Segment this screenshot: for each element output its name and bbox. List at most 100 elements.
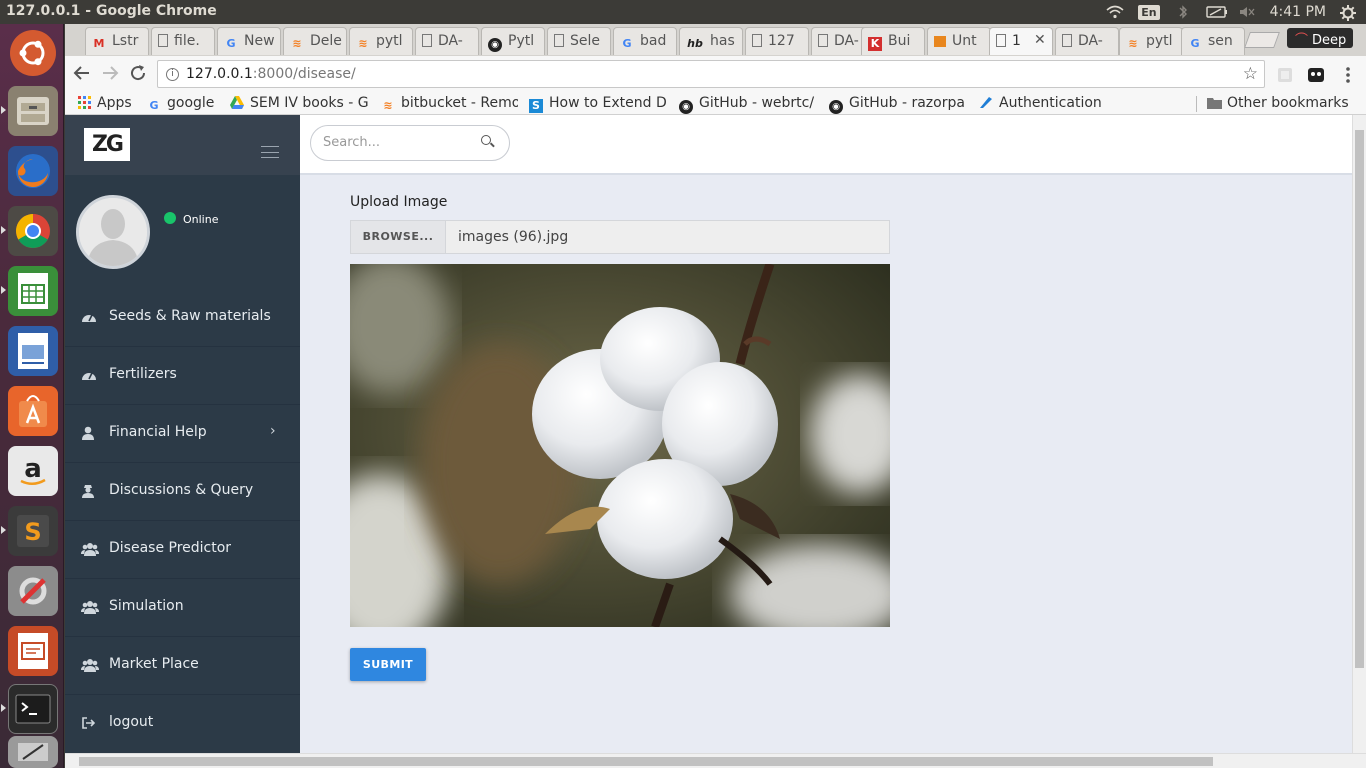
bookmark-authentication[interactable]: Authentication (979, 95, 1114, 114)
browser-tab[interactable]: ◉ Pytl (481, 27, 545, 55)
browser-tab[interactable]: hb has (679, 27, 743, 55)
browser-tab[interactable]: DA- (415, 27, 479, 55)
battery-icon[interactable] (1205, 5, 1227, 19)
spreadsheet-icon[interactable] (8, 266, 58, 316)
forward-icon[interactable] (99, 64, 121, 86)
window-title: 127.0.0.1 - Google Chrome (6, 3, 217, 19)
system-settings-icon[interactable] (8, 566, 58, 616)
sidebar-item-financial-help[interactable]: Financial Help › (65, 405, 300, 463)
scrollbar-thumb[interactable] (1355, 130, 1364, 668)
wifi-icon[interactable] (1106, 5, 1124, 19)
writer-icon[interactable] (8, 326, 58, 376)
browser-tab[interactable]: ≋ Dele (283, 27, 347, 55)
software-center-icon[interactable] (8, 386, 58, 436)
new-tab-button[interactable] (1244, 32, 1280, 48)
bookmark-sem-iv-books[interactable]: SEM IV books - G (230, 95, 368, 114)
sidebar-item-discussions[interactable]: Discussions & Query (65, 463, 300, 521)
clock[interactable]: 4:41 PM (1270, 4, 1326, 20)
running-indicator (1, 226, 6, 234)
bookmark-apps[interactable]: Apps (77, 95, 139, 114)
terminal-icon[interactable] (8, 684, 58, 734)
chrome-icon[interactable] (8, 206, 58, 256)
file-input-group[interactable]: BROWSE... images (96).jpg (350, 220, 890, 254)
avatar[interactable] (76, 195, 150, 269)
stackoverflow-icon: ≋ (292, 37, 302, 50)
horizontal-scrollbar[interactable] (65, 753, 1366, 768)
site-info-icon[interactable]: i (166, 68, 179, 81)
toolbar: i 127.0.0.1:8000/disease/ ☆ (65, 56, 1366, 94)
sidebar-item-fertilizers[interactable]: Fertilizers (65, 347, 300, 405)
keyboard-layout-indicator[interactable]: En (1138, 4, 1160, 20)
browser-tab[interactable]: ≋ pytl (349, 27, 413, 55)
submit-button[interactable]: SUBMIT (350, 648, 426, 681)
file-name-field[interactable]: images (96).jpg (458, 229, 568, 245)
sign-out-icon (81, 716, 97, 730)
search-input[interactable]: Search... (310, 125, 510, 161)
sublime-text-icon[interactable]: S (8, 506, 58, 556)
upload-image-label: Upload Image (350, 194, 448, 210)
amazon-icon[interactable]: a (8, 446, 58, 496)
browser-tab[interactable]: M Lstr (85, 27, 149, 55)
profile-icon: ⌒ (1295, 33, 1309, 48)
sidebar-item-disease-predictor[interactable]: Disease Predictor (65, 521, 300, 579)
ubuntu-dash-icon[interactable] (10, 30, 56, 76)
bookmark-bitbucket[interactable]: ≋ bitbucket - Remo (381, 95, 518, 114)
hb-icon: hb (687, 37, 703, 50)
browser-tab[interactable]: 127 (745, 27, 809, 55)
book-icon (934, 36, 946, 47)
search-icon[interactable] (481, 135, 491, 145)
stackoverflow-icon: ≋ (383, 99, 393, 112)
google-icon: G (226, 37, 236, 50)
chevron-right-icon[interactable]: › (270, 423, 276, 439)
bookmark-github-webrtc[interactable]: ◉ GitHub - webrtc/ (679, 95, 817, 114)
extension-icon[interactable] (1276, 66, 1294, 84)
files-icon[interactable] (8, 86, 58, 136)
browse-button[interactable]: BROWSE... (351, 221, 446, 253)
firefox-icon[interactable] (8, 146, 58, 196)
browser-tab[interactable]: Gsen (1181, 27, 1245, 55)
profile-button[interactable]: ⌒ Deep (1287, 28, 1353, 48)
browser-tab[interactable]: DA- (1055, 27, 1119, 55)
volume-muted-icon[interactable] (1238, 5, 1256, 19)
bookmark-google[interactable]: Ggoogle (147, 95, 225, 114)
bookmark-other[interactable]: Other bookmarks (1207, 95, 1357, 114)
bluetooth-icon[interactable] (1174, 5, 1192, 19)
browser-tab[interactable]: ≋ pytl (1119, 27, 1183, 55)
settings-gear-icon[interactable] (1340, 5, 1358, 21)
user-secret-icon (81, 484, 97, 498)
browser-tab[interactable]: Sele (547, 27, 611, 55)
browser-tab[interactable]: G New (217, 27, 281, 55)
browser-tab[interactable]: Unt (927, 27, 991, 55)
back-icon[interactable] (71, 64, 93, 86)
screenshot-tool-icon[interactable] (8, 736, 58, 768)
sidebar-item-market-place[interactable]: Market Place (65, 637, 300, 695)
browser-tab[interactable]: file. (151, 27, 215, 55)
sidebar-item-simulation[interactable]: Simulation (65, 579, 300, 637)
scrollbar-thumb[interactable] (79, 757, 1213, 766)
hamburger-menu-icon[interactable] (261, 146, 279, 158)
tab-close-icon[interactable]: ✕ (1034, 32, 1046, 48)
browser-tab[interactable]: Gbad (613, 27, 677, 55)
menu-kebab-icon[interactable] (1339, 66, 1357, 84)
app-logo[interactable]: ZG (84, 128, 130, 161)
system-tray: En 4:41 PM (1106, 2, 1358, 22)
vertical-scrollbar[interactable] (1352, 115, 1366, 753)
reload-icon[interactable] (127, 64, 149, 86)
page-icon (554, 34, 564, 47)
bookmark-star-icon[interactable]: ☆ (1243, 64, 1258, 84)
extension-icon[interactable] (1307, 66, 1325, 84)
web-page: ZG Online Seeds & Raw materials Fertiliz… (65, 115, 1352, 753)
tab-strip: M Lstr file. G New ≋ Dele ≋ pytl DA- ◉ Pytl S… (65, 24, 1366, 56)
sidebar-item-seeds[interactable]: Seeds & Raw materials (65, 289, 300, 347)
impress-icon[interactable] (8, 626, 58, 676)
github-icon: ◉ (488, 38, 502, 52)
browser-tab[interactable]: K Bui (861, 27, 925, 55)
user-status-label: Online (183, 213, 219, 226)
sidebar-item-logout[interactable]: logout (65, 695, 300, 753)
address-bar[interactable]: i 127.0.0.1:8000/disease/ ☆ (157, 60, 1265, 88)
bookmark-how-to-extend[interactable]: S How to Extend D (529, 95, 667, 114)
bookmarks-bar: Apps Ggoogle SEM IV books - G ≋ bitbucket… (65, 94, 1366, 115)
browser-tab-active[interactable]: 1 ✕ (989, 27, 1053, 55)
bookmark-github-razorpay[interactable]: ◉ GitHub - razorpa (829, 95, 967, 114)
page-icon (158, 34, 168, 47)
